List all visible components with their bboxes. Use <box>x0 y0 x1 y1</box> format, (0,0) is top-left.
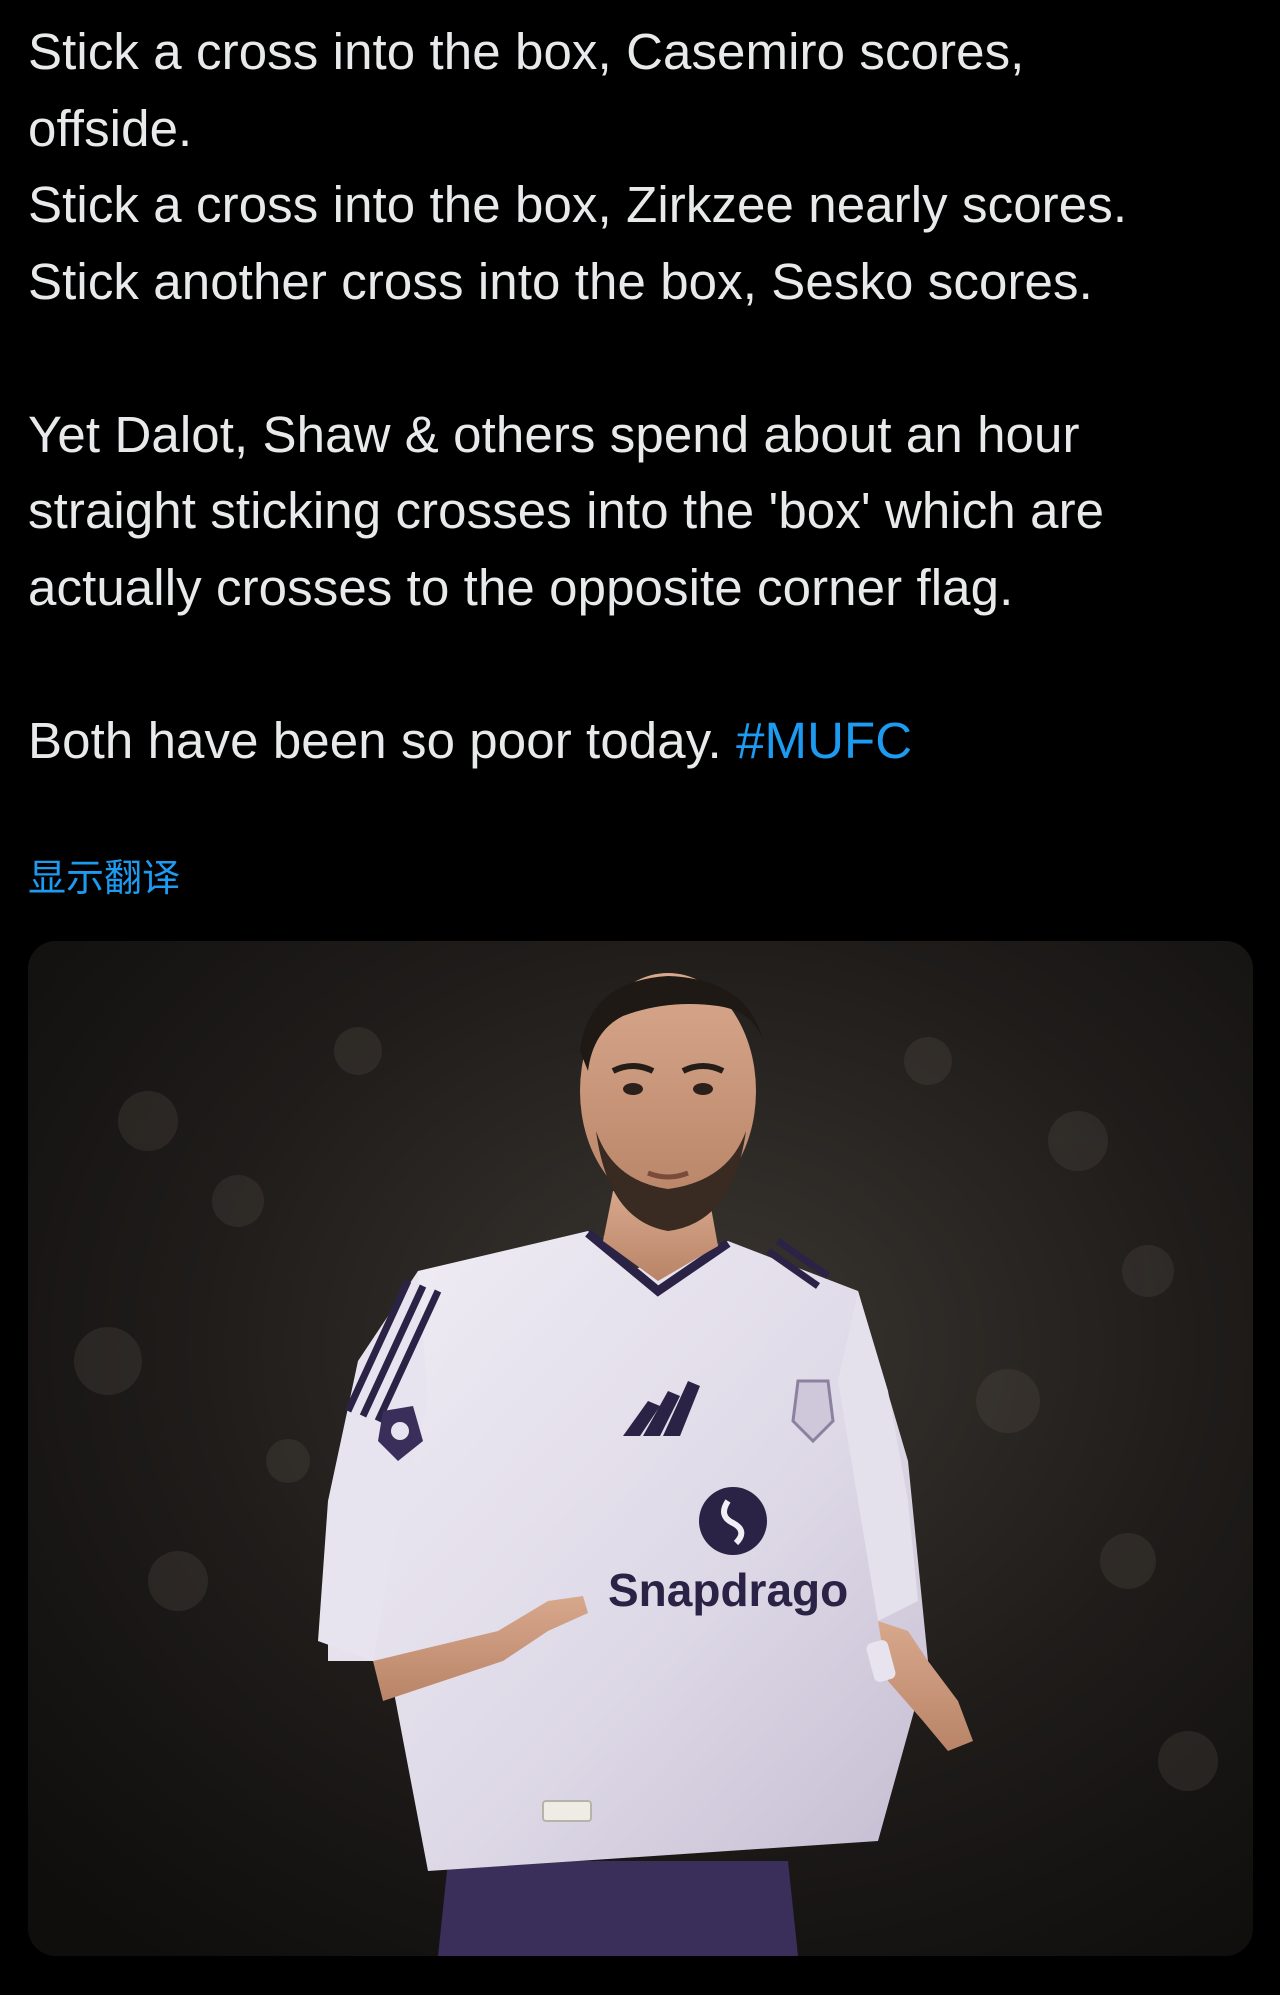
show-translation-link[interactable]: 显示翻译 <box>28 853 180 903</box>
tweet-text: Stick a cross into the box, Casemiro sco… <box>28 14 1258 779</box>
tweet-text-line: actually crosses to the opposite corner … <box>28 558 1014 616</box>
tweet-text-line-last: Both have been so poor today. #MUFC <box>28 703 1258 780</box>
tweet-media-image[interactable]: Snapdrago <box>28 941 1253 1956</box>
hashtag-link[interactable]: #MUFC <box>736 712 912 769</box>
player-photo: Snapdrago <box>28 941 1253 1956</box>
tweet: Stick a cross into the box, Casemiro sco… <box>0 0 1280 1995</box>
tweet-text-line: Stick another cross into the box, Sesko … <box>28 252 1093 310</box>
tweet-text-line: offside. <box>28 99 193 157</box>
sponsor-text: Snapdrago <box>608 1564 848 1616</box>
tweet-text-final: Both have been so poor today. <box>28 711 737 769</box>
tweet-text-line: straight sticking crosses into the 'box'… <box>28 482 1105 539</box>
tweet-text-line: Stick a cross into the box, Zirkzee near… <box>28 176 1128 233</box>
tweet-text-line: Yet Dalot, Shaw & others spend about an … <box>28 405 1080 463</box>
tweet-text-line: Stick a cross into the box, Casemiro sco… <box>28 23 1025 80</box>
